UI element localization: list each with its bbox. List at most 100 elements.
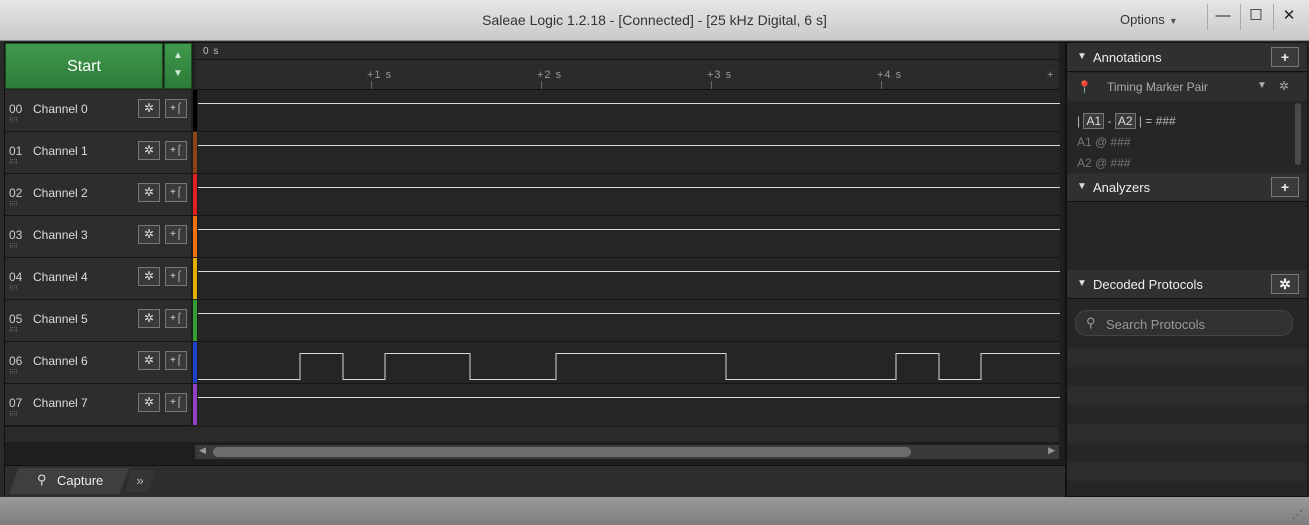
search-protocols[interactable]: ⚲	[1075, 310, 1293, 336]
channel-name[interactable]: Channel 4	[33, 270, 88, 284]
channel-color-bar	[193, 342, 197, 383]
drag-handle-icon[interactable]: ⠿⠿	[9, 411, 18, 418]
channel-row-5[interactable]: 05 ⠿⠿ Channel 5 ✲ +⌠	[5, 300, 191, 342]
drag-handle-icon[interactable]: ⠿⠿	[9, 327, 18, 334]
trigger-icon[interactable]: +⌠	[165, 393, 187, 412]
gear-icon[interactable]: ✲	[138, 99, 160, 118]
ruler-divider	[195, 59, 1059, 60]
chevron-down-icon: ▼	[1168, 16, 1178, 26]
timing-marker-selector[interactable]: 📍 Timing Marker Pair ▼ ✲	[1067, 73, 1307, 101]
channel-row-3[interactable]: 03 ⠿⠿ Channel 3 ✲ +⌠	[5, 216, 191, 258]
channel-number: 06	[9, 354, 23, 368]
trigger-icon[interactable]: +⌠	[165, 183, 187, 202]
tick-label: +	[1047, 69, 1055, 81]
channel-row-1[interactable]: 01 ⠿⠿ Channel 1 ✲ +⌠	[5, 132, 191, 174]
tick-label: +2 s	[537, 69, 563, 81]
start-button[interactable]: Start	[5, 43, 163, 89]
gear-icon[interactable]: ✲	[138, 309, 160, 328]
gear-icon[interactable]: ✲	[1279, 79, 1289, 93]
scrollbar-thumb[interactable]	[213, 447, 911, 457]
trigger-icon[interactable]: +⌠	[165, 267, 187, 286]
drag-handle-icon[interactable]: ⠿⠿	[9, 369, 18, 376]
annotations-scrollbar[interactable]	[1295, 103, 1301, 165]
window-title: Saleae Logic 1.2.18 - [Connected] - [25 …	[482, 12, 827, 28]
app-window: Saleae Logic 1.2.18 - [Connected] - [25 …	[0, 0, 1309, 525]
capture-settings-spinner[interactable]: ▲ ▼	[164, 43, 192, 89]
annotations-header[interactable]: ▼ Annotations +	[1067, 43, 1307, 72]
channel-color-bar	[193, 300, 197, 341]
add-annotation-button[interactable]: +	[1271, 47, 1299, 67]
drag-handle-icon[interactable]: ⠿⠿	[9, 117, 18, 124]
trigger-icon[interactable]: +⌠	[165, 351, 187, 370]
gear-icon[interactable]: ✲	[1271, 274, 1299, 294]
channel-number: 03	[9, 228, 23, 242]
gear-icon[interactable]: ✲	[138, 225, 160, 244]
drag-handle-icon[interactable]: ⠿⠿	[9, 243, 18, 250]
more-tabs-button[interactable]: »	[125, 470, 155, 492]
channel-row-7[interactable]: 07 ⠿⠿ Channel 7 ✲ +⌠	[5, 384, 191, 426]
channel-row-2[interactable]: 02 ⠿⠿ Channel 2 ✲ +⌠	[5, 174, 191, 216]
marker-a2-chip[interactable]: A2	[1114, 113, 1136, 129]
timing-marker-label: Timing Marker Pair	[1107, 80, 1208, 94]
gear-icon[interactable]: ✲	[138, 393, 160, 412]
add-analyzer-button[interactable]: +	[1271, 177, 1299, 197]
tab-capture[interactable]: ⚲ Capture	[9, 468, 129, 494]
close-button[interactable]: ✕	[1273, 4, 1304, 30]
channel-number: 01	[9, 144, 23, 158]
collapse-arrow-icon[interactable]: ▼	[1077, 181, 1087, 192]
search-input[interactable]	[1104, 314, 1288, 334]
resize-grip-icon[interactable]: ⋰	[1292, 508, 1303, 521]
channel-name[interactable]: Channel 6	[33, 354, 88, 368]
channel-name[interactable]: Channel 2	[33, 186, 88, 200]
trigger-icon[interactable]: +⌠	[165, 225, 187, 244]
side-panel: ▼ Annotations + 📍 Timing Marker Pair ▼ ✲…	[1066, 42, 1308, 497]
arrow-up-icon[interactable]: ▲	[165, 50, 191, 61]
options-label: Options	[1120, 12, 1165, 27]
trigger-icon[interactable]: +⌠	[165, 141, 187, 160]
bottom-tab-bar: ⚲ Capture »	[5, 465, 1065, 497]
marker-a2-row: A2 @ ###	[1077, 156, 1131, 170]
channel-name[interactable]: Channel 0	[33, 102, 88, 116]
channel-row-6[interactable]: 06 ⠿⠿ Channel 6 ✲ +⌠	[5, 342, 191, 384]
decoded-protocols-header[interactable]: ▼ Decoded Protocols ✲	[1067, 270, 1307, 299]
channel-color-bar	[193, 258, 197, 299]
channel-name[interactable]: Channel 3	[33, 228, 88, 242]
channel-row-0[interactable]: 00 ⠿⠿ Channel 0 ✲ +⌠	[5, 90, 191, 132]
channel-number: 00	[9, 102, 23, 116]
tick-mark	[541, 81, 542, 89]
trigger-icon[interactable]: +⌠	[165, 99, 187, 118]
drag-handle-icon[interactable]: ⠿⠿	[9, 201, 18, 208]
pin-icon: 📍	[1077, 80, 1092, 94]
collapse-arrow-icon[interactable]: ▼	[1077, 278, 1087, 289]
gear-icon[interactable]: ✲	[138, 141, 160, 160]
channel-name[interactable]: Channel 7	[33, 396, 88, 410]
marker-a1-chip[interactable]: A1	[1083, 113, 1105, 129]
minimize-button[interactable]: —	[1207, 4, 1238, 30]
arrow-right-icon[interactable]: ▶	[1048, 445, 1055, 456]
gear-icon[interactable]: ✲	[138, 351, 160, 370]
drag-handle-icon[interactable]: ⠿⠿	[9, 159, 18, 166]
tick-mark	[371, 81, 372, 89]
collapse-arrow-icon[interactable]: ▼	[1077, 51, 1087, 62]
time-ruler[interactable]: 0 s +1 s +2 s +3 s +4 s +	[195, 43, 1059, 90]
marker-a1-row: A1 @ ###	[1077, 135, 1131, 149]
arrow-down-icon[interactable]: ▼	[165, 68, 191, 79]
gear-icon[interactable]: ✲	[138, 183, 160, 202]
horizontal-scrollbar[interactable]: ◀ ▶	[195, 445, 1059, 459]
channel-row-4[interactable]: 04 ⠿⠿ Channel 4 ✲ +⌠	[5, 258, 191, 300]
decoded-protocols-list[interactable]	[1067, 348, 1307, 496]
channel-name[interactable]: Channel 5	[33, 312, 88, 326]
channel-name[interactable]: Channel 1	[33, 144, 88, 158]
drag-handle-icon[interactable]: ⠿⠿	[9, 285, 18, 292]
maximize-button[interactable]: ☐	[1240, 4, 1271, 30]
chevron-down-icon[interactable]: ▼	[1257, 80, 1267, 91]
status-bar: ⋰	[0, 497, 1309, 525]
analyzers-header[interactable]: ▼ Analyzers +	[1067, 173, 1307, 202]
formula-value: = ###	[1145, 114, 1176, 128]
options-menu[interactable]: Options ▼	[1120, 12, 1178, 27]
gear-icon[interactable]: ✲	[138, 267, 160, 286]
channel-color-bar	[193, 174, 197, 215]
waveform-area[interactable]	[198, 90, 1060, 426]
arrow-left-icon[interactable]: ◀	[199, 445, 206, 456]
trigger-icon[interactable]: +⌠	[165, 309, 187, 328]
